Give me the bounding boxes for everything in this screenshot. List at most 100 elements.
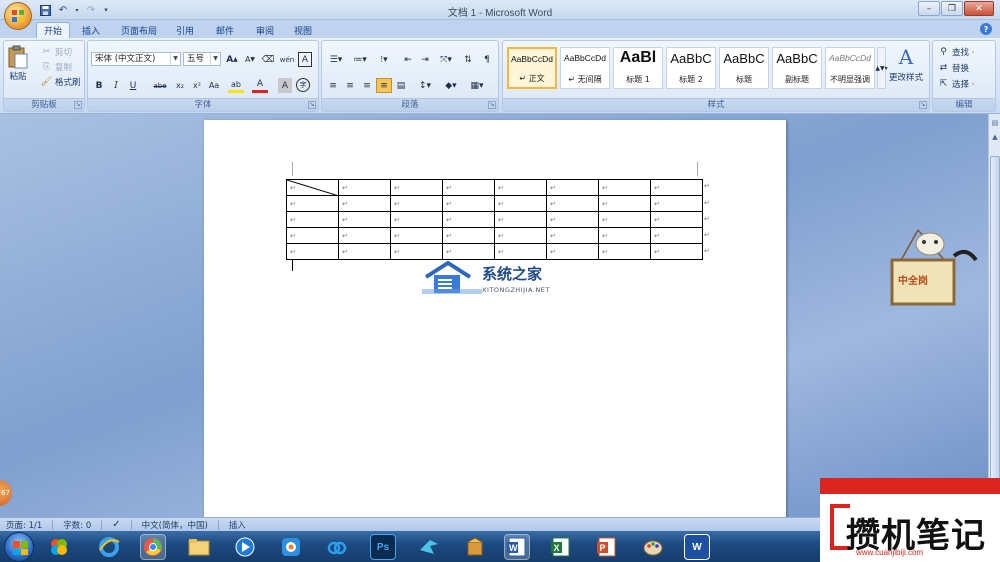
style-title[interactable]: AaBbC 标题 (719, 47, 769, 89)
insert-mode-indicator[interactable]: 插入 (229, 519, 246, 531)
align-right-icon[interactable]: ≡ (359, 78, 375, 93)
table-cell[interactable]: ↵ (390, 211, 443, 228)
style-heading-2[interactable]: AaBbC 标题 2 (666, 47, 716, 89)
close-button[interactable]: ✕ (964, 1, 994, 16)
table-cell[interactable]: ↵ (598, 211, 651, 228)
styles-scroll-icon[interactable]: ▲▼▾ (875, 47, 888, 89)
table-cell[interactable]: ↵ (442, 243, 495, 260)
table-cell[interactable]: ↵ (546, 243, 599, 260)
char-shading-button[interactable]: A (278, 78, 292, 93)
table-cell[interactable]: ↵ (494, 227, 547, 244)
ruler-toggle-icon[interactable]: ▤ (990, 118, 1000, 128)
paste-button[interactable]: 粘贴 (8, 45, 28, 82)
sort-icon[interactable]: ⇅ (460, 52, 476, 67)
font-size-select[interactable]: 五号 ▼ (183, 52, 221, 66)
wps-icon[interactable]: W (684, 534, 710, 560)
package-icon[interactable] (462, 534, 488, 560)
table-cell[interactable]: ↵ (546, 195, 599, 212)
numbering-icon[interactable]: ≔▾ (349, 52, 371, 67)
folder-icon[interactable] (186, 534, 212, 560)
document-page[interactable]: ↵ ↵ ↵ ↵ ↵ ↵ ↵ ↵ ↵ ↵ ↵ ↵ ↵ ↵ ↵ ↵ ↵ ↵ ↵ ↵ … (204, 120, 786, 517)
borders-icon[interactable]: ▦▾ (466, 78, 488, 93)
table-cell[interactable]: ↵ (442, 195, 495, 212)
table-cell[interactable]: ↵ (442, 211, 495, 228)
bird-icon[interactable] (416, 534, 442, 560)
table-cell[interactable]: ↵ (286, 243, 339, 260)
distributed-icon[interactable]: ▤ (393, 78, 409, 93)
table-cell[interactable]: ↵ (494, 211, 547, 228)
table-cell[interactable]: ↵ (286, 211, 339, 228)
subscript-button[interactable]: x₂ (172, 78, 188, 93)
replace-button[interactable]: ⇄ 替换 (937, 61, 969, 74)
bold-button[interactable]: B (91, 78, 107, 93)
table-cell[interactable]: ↵ (442, 179, 495, 196)
media-player-icon[interactable] (232, 534, 258, 560)
tab-insert[interactable]: 插入 (76, 22, 106, 38)
table-cell[interactable]: ↵ (598, 195, 651, 212)
table-cell[interactable]: ↵ (390, 227, 443, 244)
table-cell[interactable]: ↵ (650, 227, 703, 244)
help-icon[interactable]: ? (980, 23, 992, 35)
tab-view[interactable]: 视图 (288, 22, 318, 38)
table-cell[interactable]: ↵ (546, 227, 599, 244)
table-cell[interactable]: ↵ (338, 243, 391, 260)
format-painter-button[interactable]: 🖌 格式刷 (40, 75, 81, 88)
text-direction-icon[interactable]: ⤧▾ (436, 52, 456, 67)
multilevel-list-icon[interactable]: ⁝▾ (373, 52, 395, 67)
browser-icon[interactable] (140, 534, 166, 560)
table-cell[interactable]: ↵ (286, 195, 339, 212)
change-case-button[interactable]: Aa (206, 78, 222, 93)
grow-font-button[interactable]: A ▲ (224, 52, 240, 67)
change-styles-button[interactable]: A 更改样式 (889, 45, 923, 83)
table-cell[interactable]: ↵ (598, 227, 651, 244)
word-count[interactable]: 字数: 0 (63, 519, 91, 531)
word-icon[interactable]: W (504, 534, 530, 560)
cut-button[interactable]: ✂ 剪切 (40, 45, 72, 58)
line-spacing-icon[interactable]: ↕▾ (414, 78, 436, 93)
tab-review[interactable]: 审阅 (250, 22, 280, 38)
table-cell[interactable]: ↵ (286, 227, 339, 244)
italic-button[interactable]: I (108, 78, 124, 93)
align-left-icon[interactable]: ≡ (325, 78, 341, 93)
language-indicator[interactable]: 中文(简体，中国) (142, 519, 208, 531)
tab-references[interactable]: 引用 (170, 22, 200, 38)
highlight-button[interactable]: ab (228, 78, 244, 93)
clipboard-launcher-icon[interactable]: ↘ (74, 101, 82, 109)
table-cell[interactable]: ↵ (390, 243, 443, 260)
style-no-spacing[interactable]: AaBbCcDd ↵ 无间隔 (560, 47, 610, 89)
table-cell[interactable]: ↵ (546, 179, 599, 196)
underline-button[interactable]: U (125, 78, 141, 93)
tab-home[interactable]: 开始 (36, 22, 70, 38)
scroll-thumb[interactable] (990, 156, 1000, 486)
font-launcher-icon[interactable]: ↘ (308, 101, 316, 109)
find-button[interactable]: ⚲ 查找 · (937, 45, 974, 58)
table-cell[interactable]: ↵ (494, 243, 547, 260)
tab-mailings[interactable]: 邮件 (210, 22, 240, 38)
excel-icon[interactable]: X (548, 534, 574, 560)
powerpoint-icon[interactable]: P (594, 534, 620, 560)
table-cell[interactable]: ↵ (442, 227, 495, 244)
scroll-up-icon[interactable]: ▲ (990, 132, 1000, 142)
table-cell[interactable]: ↵ (650, 243, 703, 260)
restore-button[interactable]: ❐ (941, 1, 963, 16)
table-cell[interactable]: ↵ (338, 211, 391, 228)
shading-icon[interactable]: ◆▾ (440, 78, 462, 93)
page-count[interactable]: 页面: 1/1 (6, 519, 42, 531)
style-heading-1[interactable]: AaBl 标题 1 (613, 47, 663, 89)
styles-launcher-icon[interactable]: ↘ (919, 101, 927, 109)
table-cell[interactable]: ↵ (338, 179, 391, 196)
windows-live-icon[interactable] (46, 534, 72, 560)
table-cell[interactable]: ↵ (390, 179, 443, 196)
office-button[interactable] (4, 2, 32, 30)
table-cell[interactable]: ↵ (650, 195, 703, 212)
minimize-button[interactable]: – (918, 1, 940, 16)
qq-player-icon[interactable] (278, 534, 304, 560)
proofing-icon[interactable]: ✓ (112, 519, 120, 530)
font-color-button[interactable]: A (252, 78, 268, 93)
table-cell[interactable]: ↵ (650, 211, 703, 228)
show-marks-icon[interactable]: ¶ (479, 52, 495, 67)
font-name-select[interactable]: 宋体 (中文正文) ▼ (91, 52, 181, 66)
style-normal[interactable]: AaBbCcDd ↵ 正文 (507, 47, 557, 89)
ie-icon[interactable] (96, 534, 122, 560)
table-cell-diagonal[interactable]: ↵ (286, 179, 339, 196)
